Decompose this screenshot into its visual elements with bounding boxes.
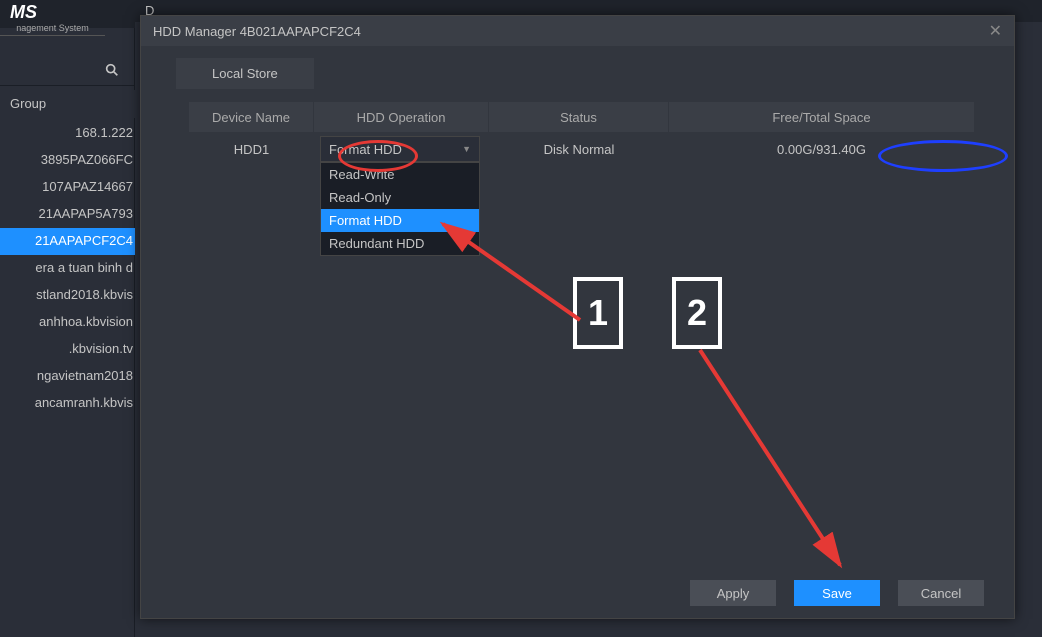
hdd-manager-modal: HDD Manager 4B021AAPAPCF2C4 ✕ Local Stor… [140, 15, 1015, 619]
chevron-down-icon: ▼ [462, 144, 471, 154]
dropdown-item[interactable]: Read-Only [321, 186, 479, 209]
sidebar-item[interactable]: ancamranh.kbvis [0, 390, 135, 417]
sidebar-item[interactable]: era a tuan binh d [0, 255, 135, 282]
close-icon[interactable]: ✕ [989, 21, 1002, 41]
apply-button[interactable]: Apply [690, 580, 776, 606]
sidebar-item[interactable]: anhhoa.kbvision [0, 309, 135, 336]
cell-space: 0.00G/931.40G [669, 132, 974, 166]
sidebar-group-label: Group [0, 90, 135, 118]
tab-row: Local Store [141, 46, 1014, 89]
modal-header: HDD Manager 4B021AAPAPCF2C4 ✕ [141, 16, 1014, 46]
sidebar-item[interactable]: 3895PAZ066FC [0, 147, 135, 174]
th-status: Status [489, 102, 669, 132]
sidebar-item[interactable]: 21AAPAP5A793 [0, 201, 135, 228]
th-hdd-operation: HDD Operation [314, 102, 489, 132]
dropdown-item[interactable]: Redundant HDD [321, 232, 479, 255]
cancel-button[interactable]: Cancel [898, 580, 984, 606]
dropdown-list: Read-WriteRead-OnlyFormat HDDRedundant H… [320, 162, 480, 256]
sidebar-item[interactable]: stland2018.kbvis [0, 282, 135, 309]
sidebar-item[interactable]: 21AAPAPCF2C4 [0, 228, 135, 255]
dropdown-selected: Format HDD [329, 142, 402, 157]
hdd-operation-dropdown[interactable]: Format HDD ▼ [320, 136, 480, 162]
sidebar-item[interactable]: 107APAZ14667 [0, 174, 135, 201]
hdd-table: Device Name HDD Operation Status Free/To… [189, 102, 974, 166]
sidebar-item[interactable]: 168.1.222 [0, 120, 135, 147]
sidebar-item[interactable]: ngavietnam2018 [0, 363, 135, 390]
search-icon [104, 62, 120, 78]
modal-title: HDD Manager 4B021AAPAPCF2C4 [153, 24, 361, 39]
table-row: HDD1 Format HDD ▼ Read-WriteRead-OnlyFor… [189, 132, 974, 166]
sidebar-item[interactable]: .kbvision.tv [0, 336, 135, 363]
cell-operation: Format HDD ▼ Read-WriteRead-OnlyFormat H… [314, 132, 489, 166]
cell-status: Disk Normal [489, 132, 669, 166]
app-subtitle: nagement System [0, 23, 105, 36]
search-row[interactable] [0, 56, 135, 86]
th-space: Free/Total Space [669, 102, 974, 132]
dropdown-item[interactable]: Read-Write [321, 163, 479, 186]
th-device-name: Device Name [189, 102, 314, 132]
tab-local-store[interactable]: Local Store [176, 58, 314, 89]
dropdown-item[interactable]: Format HDD [321, 209, 479, 232]
table-header: Device Name HDD Operation Status Free/To… [189, 102, 974, 132]
modal-footer: Apply Save Cancel [690, 580, 984, 606]
save-button[interactable]: Save [794, 580, 880, 606]
cell-device-name: HDD1 [189, 132, 314, 166]
sidebar: MS nagement System Group 168.1.2223895PA… [0, 0, 135, 637]
